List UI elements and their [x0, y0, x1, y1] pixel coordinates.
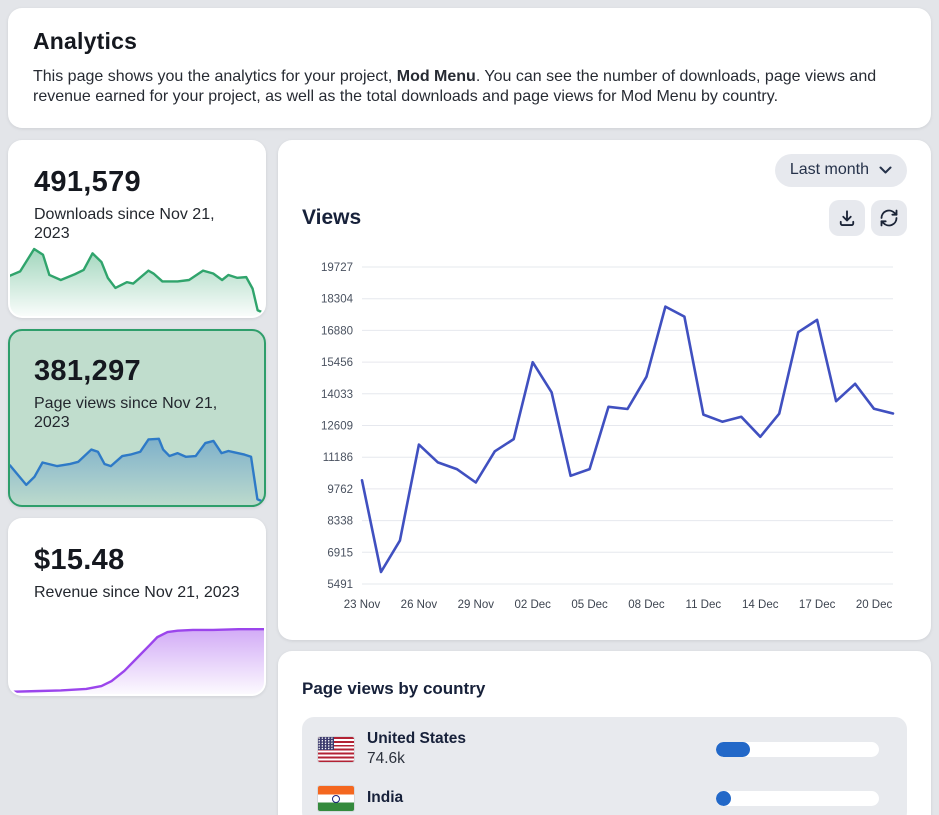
views-panel: Last month Views: [278, 140, 931, 640]
pageviews-sparkline: [10, 433, 264, 505]
pageviews-label: Page views since Nov 21, 2023: [34, 394, 240, 432]
stat-card-downloads[interactable]: 491,579 Downloads since Nov 21, 2023: [8, 140, 266, 318]
header-card: Analytics This page shows you the analyt…: [8, 8, 931, 128]
svg-text:05 Dec: 05 Dec: [571, 599, 608, 611]
downloads-sparkline: [10, 244, 264, 316]
pageviews-count: 381,297: [34, 355, 264, 388]
country-bar: [716, 791, 879, 806]
stat-card-revenue[interactable]: $15.48 Revenue since Nov 21, 2023: [8, 518, 266, 696]
svg-text:17 Dec: 17 Dec: [799, 599, 836, 611]
stats-column: 491,579 Downloads since Nov 21, 2023 381…: [8, 140, 266, 696]
project-name: Mod Menu: [397, 68, 476, 85]
svg-text:29 Nov: 29 Nov: [458, 599, 495, 611]
svg-text:16880: 16880: [321, 325, 353, 337]
country-bar: [716, 742, 879, 757]
country-panel-title: Page views by country: [302, 679, 907, 699]
revenue-label: Revenue since Nov 21, 2023: [34, 583, 240, 602]
svg-text:11186: 11186: [323, 452, 353, 464]
revenue-sparkline: [10, 622, 264, 694]
svg-text:12609: 12609: [321, 421, 353, 433]
country-name: India: [367, 789, 403, 807]
refresh-icon: [879, 208, 899, 228]
views-title: Views: [302, 206, 361, 230]
download-icon: [837, 208, 857, 228]
svg-text:26 Nov: 26 Nov: [401, 599, 438, 611]
views-line-chart: 5491 6915 8338 9762 11186 12609 14033 15456 1688…: [278, 230, 931, 630]
chevron-down-icon: [879, 166, 892, 175]
downloads-label: Downloads since Nov 21, 2023: [34, 205, 240, 243]
svg-text:15456: 15456: [321, 357, 353, 369]
svg-text:14033: 14033: [321, 389, 353, 401]
us-flag-icon: [318, 737, 354, 762]
svg-text:14 Dec: 14 Dec: [742, 599, 779, 611]
svg-text:5491: 5491: [327, 579, 353, 591]
country-bar-fill: [716, 791, 731, 806]
svg-text:6915: 6915: [327, 547, 353, 559]
svg-text:18304: 18304: [321, 294, 354, 306]
svg-text:8338: 8338: [327, 516, 353, 528]
svg-text:20 Dec: 20 Dec: [856, 599, 893, 611]
country-list: United States 74.6k India: [302, 717, 907, 815]
revenue-amount: $15.48: [34, 544, 264, 577]
date-range-dropdown[interactable]: Last month: [775, 154, 907, 187]
stat-card-pageviews[interactable]: 381,297 Page views since Nov 21, 2023: [8, 329, 266, 507]
country-name: United States: [367, 730, 466, 748]
country-row-united-states: United States 74.6k: [318, 721, 891, 777]
india-flag-icon: [318, 786, 354, 811]
country-row-india: India: [318, 777, 891, 815]
downloads-count: 491,579: [34, 166, 264, 199]
svg-text:9762: 9762: [327, 484, 353, 496]
country-panel: Page views by country United States 74.6…: [278, 651, 931, 815]
date-range-label: Last month: [790, 161, 869, 179]
svg-text:19727: 19727: [321, 262, 353, 274]
svg-text:23 Nov: 23 Nov: [344, 599, 381, 611]
svg-text:02 Dec: 02 Dec: [514, 599, 551, 611]
main-column: Last month Views: [278, 140, 931, 815]
page-description: This page shows you the analytics for yo…: [33, 67, 906, 106]
svg-text:08 Dec: 08 Dec: [628, 599, 665, 611]
country-bar-fill: [716, 742, 750, 757]
svg-text:11 Dec: 11 Dec: [686, 599, 722, 611]
country-value: 74.6k: [367, 750, 466, 768]
analytics-page: Analytics This page shows you the analyt…: [0, 0, 939, 815]
page-title: Analytics: [33, 28, 906, 55]
